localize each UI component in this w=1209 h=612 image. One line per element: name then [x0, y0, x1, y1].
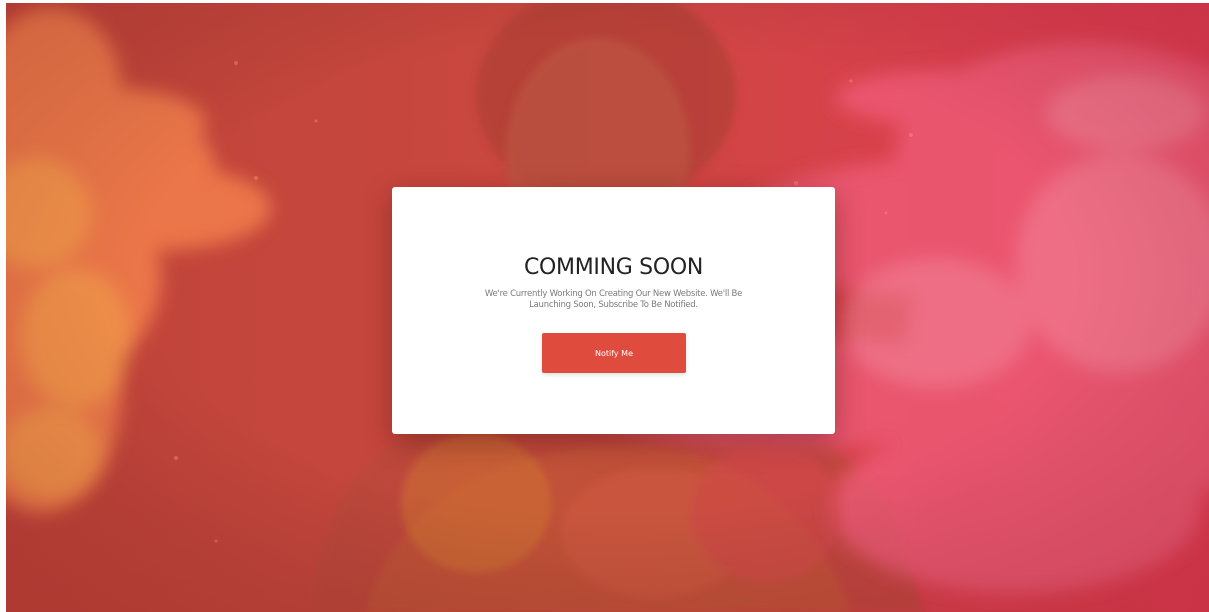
- coming-soon-card: COMMING SOON We're Currently Working On …: [392, 187, 835, 434]
- launch-message: We're Currently Working On Creating Our …: [484, 289, 743, 310]
- page-title: COMMING SOON: [523, 255, 704, 280]
- coming-soon-page: COMMING SOON We're Currently Working On …: [0, 0, 1209, 612]
- notify-me-button[interactable]: Notify Me: [542, 333, 686, 373]
